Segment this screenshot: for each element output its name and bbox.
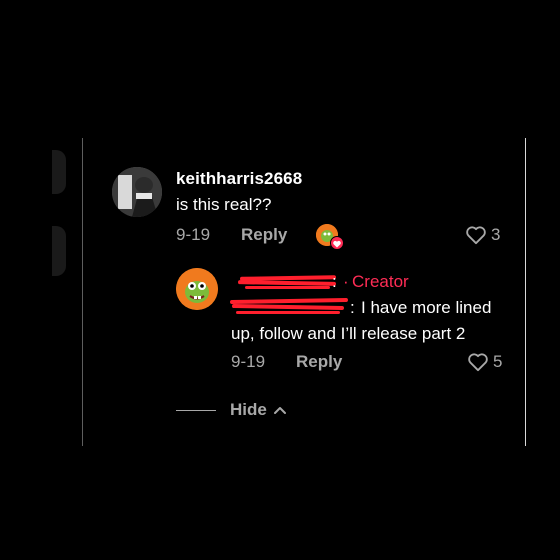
creator-dot: ·	[343, 272, 349, 291]
thread-divider	[176, 409, 216, 411]
reply-like-button[interactable]: 5	[467, 352, 502, 372]
redaction-mark	[245, 286, 330, 289]
hide-replies-label: Hide	[230, 400, 267, 419]
heart-badge-icon	[330, 236, 344, 250]
comment-date: 9-19	[176, 225, 211, 244]
commenter-username[interactable]: keithharris2668	[176, 169, 302, 189]
creator-badge: Creator	[352, 272, 409, 291]
background-partial-avatar	[52, 226, 66, 276]
comment-text: is this real??	[176, 195, 272, 214]
reply-text-line-1: I have more lined	[361, 298, 492, 317]
background-partial-avatar	[52, 150, 66, 194]
username-separator: :	[332, 272, 337, 291]
reply-to-reply-button[interactable]: Reply	[296, 352, 342, 372]
reply-date: 9-19	[231, 352, 266, 371]
reply-text-line-2: up, follow and I’ll release part 2	[231, 324, 466, 343]
creator-avatar[interactable]	[176, 268, 218, 310]
reply-mention-colon: :	[350, 298, 355, 317]
redaction-mark	[236, 311, 340, 314]
reply-like-count: 5	[493, 352, 503, 371]
chevron-up-icon	[273, 407, 286, 414]
comment-like-count: 3	[491, 225, 501, 244]
hide-replies-button[interactable]: Hide	[176, 400, 287, 420]
heart-outline-icon	[466, 226, 486, 245]
comments-screen: keithharris2668 is this real?? 9-19 Repl…	[0, 0, 560, 560]
reply-button[interactable]: Reply	[241, 225, 287, 245]
comment-like-button[interactable]: 3	[465, 225, 500, 245]
commenter-avatar[interactable]	[112, 167, 162, 217]
heart-outline-icon	[468, 353, 488, 372]
